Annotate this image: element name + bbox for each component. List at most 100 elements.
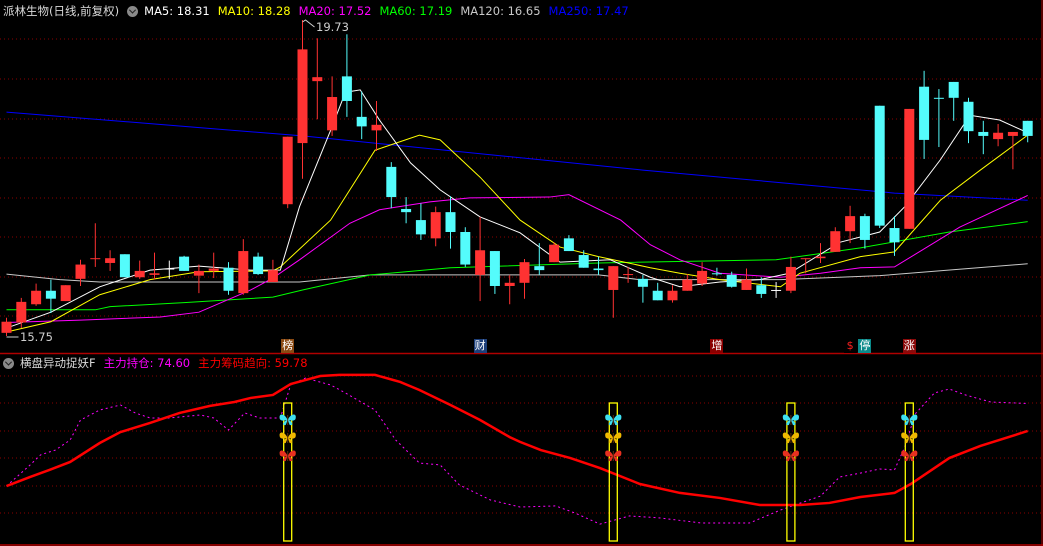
candle-body [238, 251, 249, 294]
indicator-header: 横盘异动捉妖F 主力持仓: 74.60 主力筹码趋向: 59.78 [3, 355, 316, 371]
candle-body [933, 97, 944, 99]
event-marker[interactable]: 停 [858, 339, 872, 353]
butterfly-icon [605, 414, 622, 426]
indicator-name: 横盘异动捉妖F [20, 356, 96, 370]
butterfly-icon [605, 432, 622, 444]
dropdown-icon[interactable] [127, 5, 139, 17]
candle-body [282, 136, 293, 205]
candle-body [889, 228, 900, 243]
candle-body [993, 132, 1004, 140]
dropdown-icon[interactable] [3, 357, 14, 369]
candle-body [578, 255, 589, 268]
candle-body [134, 270, 145, 278]
candle-body [593, 268, 604, 271]
ma120-label: MA120: 16.65 [460, 4, 541, 18]
candle-body [726, 274, 737, 287]
candle-body [267, 270, 278, 283]
candle-body [45, 290, 56, 299]
ma60-label: MA60: 17.19 [379, 4, 453, 18]
candle-body [682, 279, 693, 291]
candle-body [1, 321, 12, 333]
candle-body [90, 258, 101, 260]
butterfly-icon [279, 432, 296, 444]
candle-body [859, 216, 870, 240]
chart-canvas[interactable] [0, 0, 1043, 546]
holding-label: 主力持仓: 74.60 [103, 356, 191, 370]
candle-body [978, 131, 989, 136]
high-price-label: 19.73 [316, 20, 349, 34]
candle-body [193, 270, 204, 276]
main-chart-header: 派林生物(日线,前复权) MA5: 18.31 MA10: 18.28 MA20… [3, 3, 637, 19]
candle-body [563, 238, 574, 252]
candle-body [874, 105, 885, 226]
candle-body [460, 231, 471, 265]
butterfly-icon [605, 450, 622, 462]
event-marker[interactable]: 增 [710, 339, 724, 353]
candle-body [341, 76, 352, 101]
candle-body [475, 250, 486, 275]
butterfly-icon [279, 414, 296, 426]
candle-body [697, 270, 708, 284]
butterfly-icon [279, 450, 296, 462]
event-marker[interactable]: 榜 [281, 339, 295, 353]
candle-body [179, 256, 190, 271]
candle-body [356, 116, 367, 127]
candle-body [800, 258, 811, 260]
trend-line [6, 373, 1029, 507]
candle-body [741, 279, 752, 290]
event-marker[interactable]: $ [843, 339, 857, 353]
candle-body [253, 256, 264, 275]
candle-body [371, 124, 382, 131]
event-marker[interactable]: 涨 [902, 339, 916, 353]
candle-body [711, 273, 722, 275]
candle-body [504, 282, 515, 286]
butterfly-icon [901, 432, 918, 444]
candle-body [904, 108, 915, 229]
candle-body [756, 285, 767, 294]
butterfly-icon [782, 432, 800, 444]
candle-body [445, 212, 456, 232]
candle-body [208, 268, 219, 271]
candle-body [430, 212, 441, 239]
candle-body [815, 256, 826, 259]
butterfly-icon [782, 450, 800, 462]
candle-body [845, 216, 856, 232]
ma250-label: MA250: 17.47 [548, 4, 629, 18]
candle-body [297, 49, 308, 144]
candle-body [401, 208, 412, 213]
stock-title: 派林生物(日线,前复权) [3, 4, 120, 18]
ma-line-ma60 [6, 221, 1028, 311]
low-price-label: 15.75 [20, 330, 53, 344]
candle-body [771, 289, 782, 291]
trend-label: 主力筹码趋向: 59.78 [198, 356, 308, 370]
candle-body [1022, 120, 1033, 136]
candle-body [785, 266, 796, 291]
ma-line-ma120 [6, 263, 1028, 283]
candle-body [534, 266, 545, 271]
candle-body [637, 278, 648, 287]
candle-body [667, 290, 678, 301]
candle-body [149, 273, 160, 275]
candle-body [312, 77, 323, 82]
ma5-label: MA5: 18.31 [144, 4, 210, 18]
ma-line-ma20 [6, 194, 1028, 324]
ma20-label: MA20: 17.52 [298, 4, 372, 18]
butterfly-icon [782, 414, 800, 426]
candle-body [327, 97, 338, 131]
candle-body [963, 101, 974, 132]
ma-line-ma5 [6, 89, 1028, 329]
stock-chart-window: 派林生物(日线,前复权) MA5: 18.31 MA10: 18.28 MA20… [0, 0, 1043, 546]
candle-body [519, 262, 530, 283]
candle-body [164, 268, 175, 270]
candle-body [489, 251, 500, 286]
butterfly-icon [901, 450, 918, 462]
candle-body [948, 81, 959, 98]
candle-body [415, 220, 426, 235]
candle-body [549, 244, 560, 263]
candle-body [119, 254, 130, 278]
candle-body [223, 267, 234, 291]
candle-body [919, 86, 930, 140]
event-marker[interactable]: 财 [473, 339, 487, 353]
candle-body [31, 290, 42, 305]
candle-body [830, 231, 841, 252]
